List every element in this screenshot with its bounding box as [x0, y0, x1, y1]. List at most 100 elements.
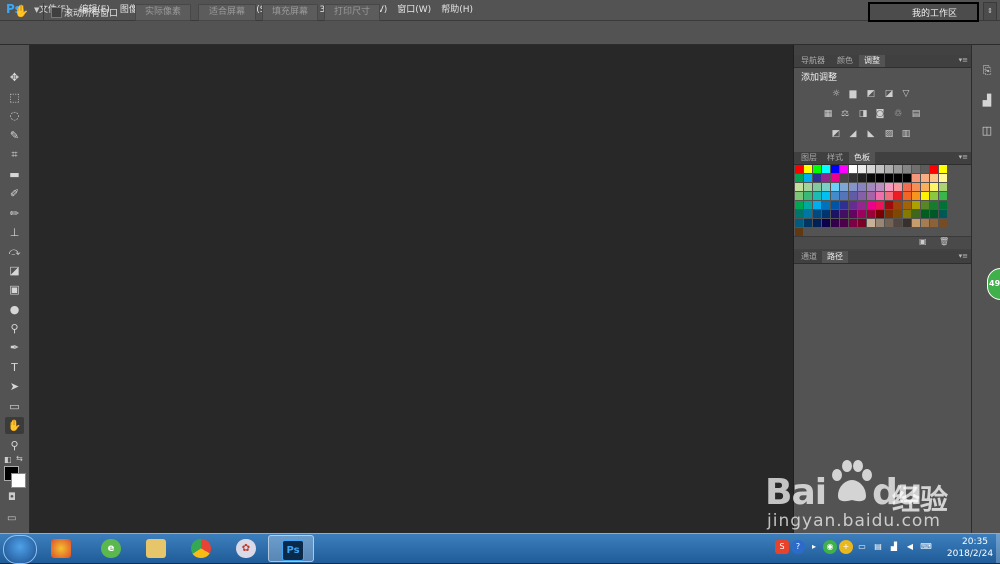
panel-menu-icon[interactable]: ▾≡ — [959, 56, 968, 64]
color-swatch[interactable] — [858, 219, 866, 227]
color-swatch[interactable] — [885, 165, 893, 173]
pen-tool-icon[interactable]: ✒ — [5, 339, 24, 356]
color-swatch[interactable] — [903, 183, 911, 191]
zoom-tool-icon[interactable]: ⚲ — [5, 437, 24, 454]
fill-screen-button[interactable]: 填充屏幕 — [262, 4, 318, 21]
color-swatch[interactable] — [867, 219, 875, 227]
color-swatch[interactable] — [903, 201, 911, 209]
threshold-icon[interactable]: ◣ — [865, 129, 877, 139]
color-swatch[interactable] — [813, 192, 821, 200]
show-desktop-button[interactable] — [996, 534, 1000, 563]
type-tool-icon[interactable]: T — [5, 359, 24, 376]
color-swatch[interactable] — [876, 174, 884, 182]
color-swatch[interactable] — [840, 165, 848, 173]
curves-icon[interactable]: ◩ — [865, 89, 877, 99]
color-swatch[interactable] — [849, 165, 857, 173]
color-swatch[interactable] — [903, 210, 911, 218]
color-swatch[interactable] — [921, 192, 929, 200]
color-swatch[interactable] — [840, 219, 848, 227]
color-swatch[interactable] — [849, 174, 857, 182]
photo-filter-icon[interactable]: ◙ — [874, 109, 886, 119]
tab-swatches[interactable]: 色板 — [849, 152, 875, 164]
color-swatch[interactable] — [939, 192, 947, 200]
color-swatch[interactable] — [867, 210, 875, 218]
color-swatch[interactable] — [813, 219, 821, 227]
color-swatch[interactable] — [894, 165, 902, 173]
path-select-tool-icon[interactable]: ➤ — [5, 378, 24, 395]
color-swatch[interactable] — [867, 165, 875, 173]
taskbar-app-paint[interactable]: ✿ — [223, 535, 269, 562]
start-button[interactable] — [3, 535, 37, 564]
color-swatch[interactable] — [858, 210, 866, 218]
color-swatch[interactable] — [921, 183, 929, 191]
color-swatch[interactable] — [831, 183, 839, 191]
color-swatch[interactable] — [885, 201, 893, 209]
color-swatch[interactable] — [930, 183, 938, 191]
color-swatch[interactable] — [930, 219, 938, 227]
color-swatch[interactable] — [849, 192, 857, 200]
color-swatch[interactable] — [939, 174, 947, 182]
color-swatch[interactable] — [831, 201, 839, 209]
help-icon[interactable]: ? — [791, 540, 805, 554]
arrow-icon[interactable]: ▸ — [807, 540, 821, 554]
taskbar-app-chrome[interactable] — [178, 535, 224, 562]
vibrance-icon[interactable]: ▽ — [900, 89, 912, 99]
color-swatch[interactable] — [822, 174, 830, 182]
color-swatch[interactable] — [867, 183, 875, 191]
tab-channels[interactable]: 通道 — [796, 251, 822, 263]
color-swatch[interactable] — [831, 210, 839, 218]
color-swatch[interactable] — [840, 210, 848, 218]
tab-navigator[interactable]: 导航器 — [796, 55, 830, 67]
taskbar-app-explorer[interactable] — [133, 535, 179, 562]
color-swatch[interactable] — [894, 174, 902, 182]
crop-tool-icon[interactable]: ⌗ — [5, 146, 24, 163]
color-swatch[interactable] — [921, 165, 929, 173]
color-balance-icon[interactable]: ⚖ — [839, 109, 851, 119]
screen-mode-icon[interactable]: ▭ — [7, 513, 16, 524]
security-icon[interactable]: ◉ — [823, 540, 837, 554]
input-method-icon[interactable]: ⌨ — [919, 540, 933, 554]
history-brush-tool-icon[interactable]: ⤼ — [5, 243, 24, 260]
color-swatch[interactable] — [912, 165, 920, 173]
tab-adjustments[interactable]: 调整 — [859, 55, 885, 67]
menu-item-10[interactable]: 帮助(H) — [436, 0, 478, 20]
blur-tool-icon[interactable]: ● — [5, 301, 24, 318]
color-swatch[interactable] — [912, 210, 920, 218]
eyedropper-tool-icon[interactable]: ▬ — [5, 166, 24, 183]
color-swatch[interactable] — [804, 201, 812, 209]
healing-brush-tool-icon[interactable]: ✐ — [5, 185, 24, 202]
color-swatch[interactable] — [903, 174, 911, 182]
tab-styles[interactable]: 样式 — [822, 152, 848, 164]
color-swatch[interactable] — [831, 192, 839, 200]
color-swatch[interactable] — [903, 165, 911, 173]
color-swatch[interactable] — [885, 174, 893, 182]
workspace-dropdown-button[interactable]: ⇕ — [983, 2, 997, 21]
color-swatch[interactable] — [795, 219, 803, 227]
color-swatch[interactable] — [858, 165, 866, 173]
color-swatch[interactable] — [804, 192, 812, 200]
color-lookup-icon[interactable]: ▤ — [910, 109, 922, 119]
color-swatch[interactable] — [894, 210, 902, 218]
color-swatch[interactable] — [939, 183, 947, 191]
gradient-tool-icon[interactable]: ▣ — [5, 281, 24, 298]
print-size-button[interactable]: 打印尺寸 — [324, 4, 380, 21]
color-swatch[interactable] — [867, 192, 875, 200]
color-swatch[interactable] — [813, 201, 821, 209]
actual-pixels-button[interactable]: 实际像素 — [135, 4, 191, 21]
color-swatch[interactable] — [894, 219, 902, 227]
color-swatch[interactable] — [912, 183, 920, 191]
color-swatch[interactable] — [849, 201, 857, 209]
hue-saturation-icon[interactable]: ▦ — [822, 109, 834, 119]
invert-icon[interactable]: ◩ — [830, 129, 842, 139]
color-swatch[interactable] — [930, 201, 938, 209]
color-swatch[interactable] — [903, 219, 911, 227]
sogou-icon[interactable]: S — [775, 540, 789, 554]
exposure-icon[interactable]: ◪ — [883, 89, 895, 99]
posterize-icon[interactable]: ◢ — [847, 129, 859, 139]
color-swatch[interactable] — [912, 174, 920, 182]
eraser-tool-icon[interactable]: ◪ — [5, 262, 24, 279]
color-swatch[interactable] — [840, 201, 848, 209]
color-swatch[interactable] — [885, 192, 893, 200]
color-swatch[interactable] — [822, 183, 830, 191]
default-colors-icon[interactable]: ◧ — [4, 455, 12, 464]
